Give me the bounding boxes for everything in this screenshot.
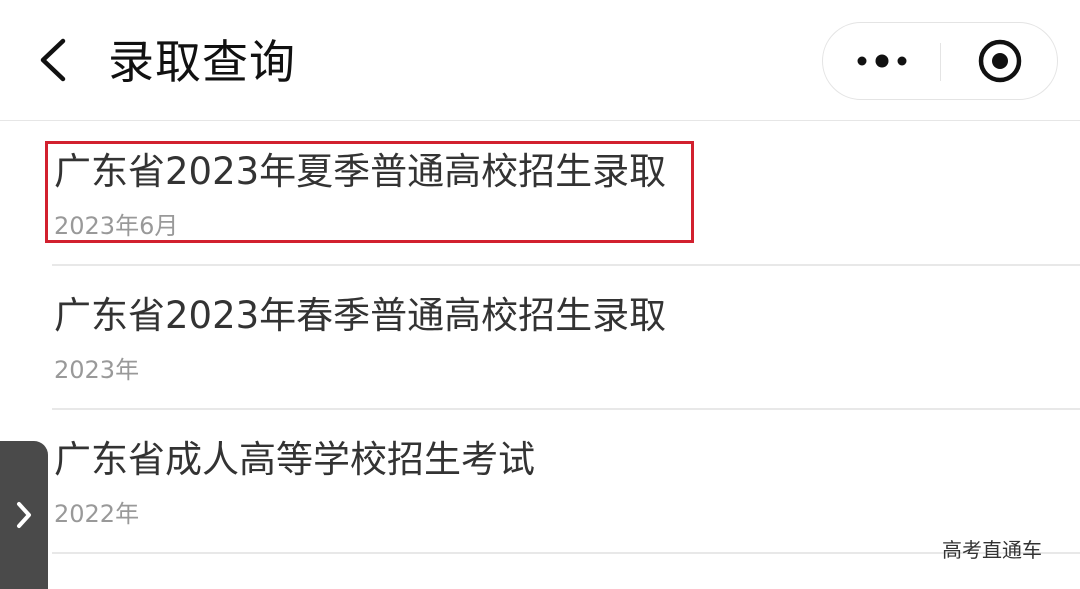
item-date: 2023年 (54, 356, 140, 384)
side-drawer-tab[interactable] (0, 441, 48, 589)
nav-bar: 录取查询 (0, 0, 1080, 121)
page: 录取查询 广东省2023年夏季普通高校招生录取 2023年6月 广东省2023年… (0, 0, 1080, 589)
item-date: 2023年6月 (54, 212, 179, 240)
list-item[interactable]: 广东省2023年春季普通高校招生录取 2023年 (52, 266, 1080, 410)
watermark: 高考直通车 (942, 538, 1042, 562)
close-button[interactable] (941, 23, 1058, 99)
list-item[interactable]: 广东省成人高等学校招生考试 2022年 (52, 410, 1080, 554)
item-date: 2022年 (54, 500, 140, 528)
page-title: 录取查询 (108, 35, 296, 89)
target-circle-icon (978, 39, 1021, 83)
more-dots-icon (857, 54, 906, 68)
item-title: 广东省2023年夏季普通高校招生录取 (54, 150, 667, 193)
mini-program-capsule (822, 22, 1058, 100)
chevron-left-icon (40, 38, 66, 82)
item-title: 广东省2023年春季普通高校招生录取 (54, 294, 667, 337)
item-title: 广东省成人高等学校招生考试 (54, 438, 535, 481)
more-button[interactable] (823, 23, 940, 99)
list-item[interactable]: 广东省2023年夏季普通高校招生录取 2023年6月 (52, 122, 1080, 266)
back-button[interactable] (22, 30, 82, 90)
chevron-right-icon (17, 502, 31, 528)
